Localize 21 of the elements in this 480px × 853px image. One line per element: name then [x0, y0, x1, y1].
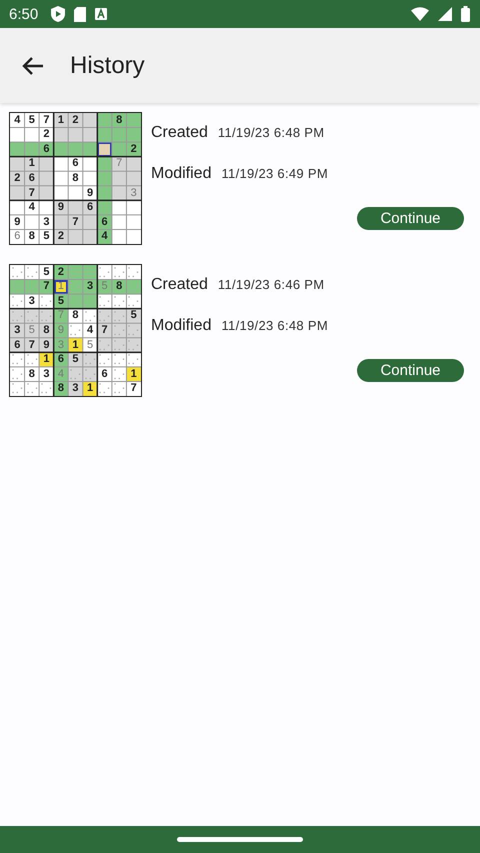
screen-title: History: [70, 52, 145, 80]
status-time: 6:50: [9, 6, 38, 22]
created-label: Created: [151, 124, 208, 142]
modified-label: Modified: [151, 317, 212, 335]
shield-play-icon: [51, 6, 66, 22]
modified-label: Modified: [151, 165, 212, 183]
created-date: 11/19/23 6:48 PM: [218, 125, 324, 140]
created-date: 11/19/23 6:46 PM: [218, 277, 324, 292]
signal-icon: [438, 7, 452, 21]
font-icon: [95, 8, 108, 20]
sudoku-board[interactable]: 4 5 7 1 2 8 2 6 2 1 6 7 2 6 8 7 9 3 4 9 6 9 3 7 6 6 8 5 2 4: [9, 112, 142, 245]
sd-card-icon: [74, 6, 86, 22]
modified-date: 11/19/23 6:49 PM: [221, 166, 328, 181]
modified-date: 11/19/23 6:48 PM: [221, 318, 328, 333]
continue-button[interactable]: Continue: [357, 359, 464, 382]
battery-icon: [461, 6, 470, 22]
home-handle[interactable]: [177, 837, 303, 842]
created-label: Created: [151, 276, 208, 294]
continue-button[interactable]: Continue: [357, 207, 464, 230]
wifi-icon: [411, 7, 429, 21]
back-arrow-icon[interactable]: [22, 56, 44, 76]
